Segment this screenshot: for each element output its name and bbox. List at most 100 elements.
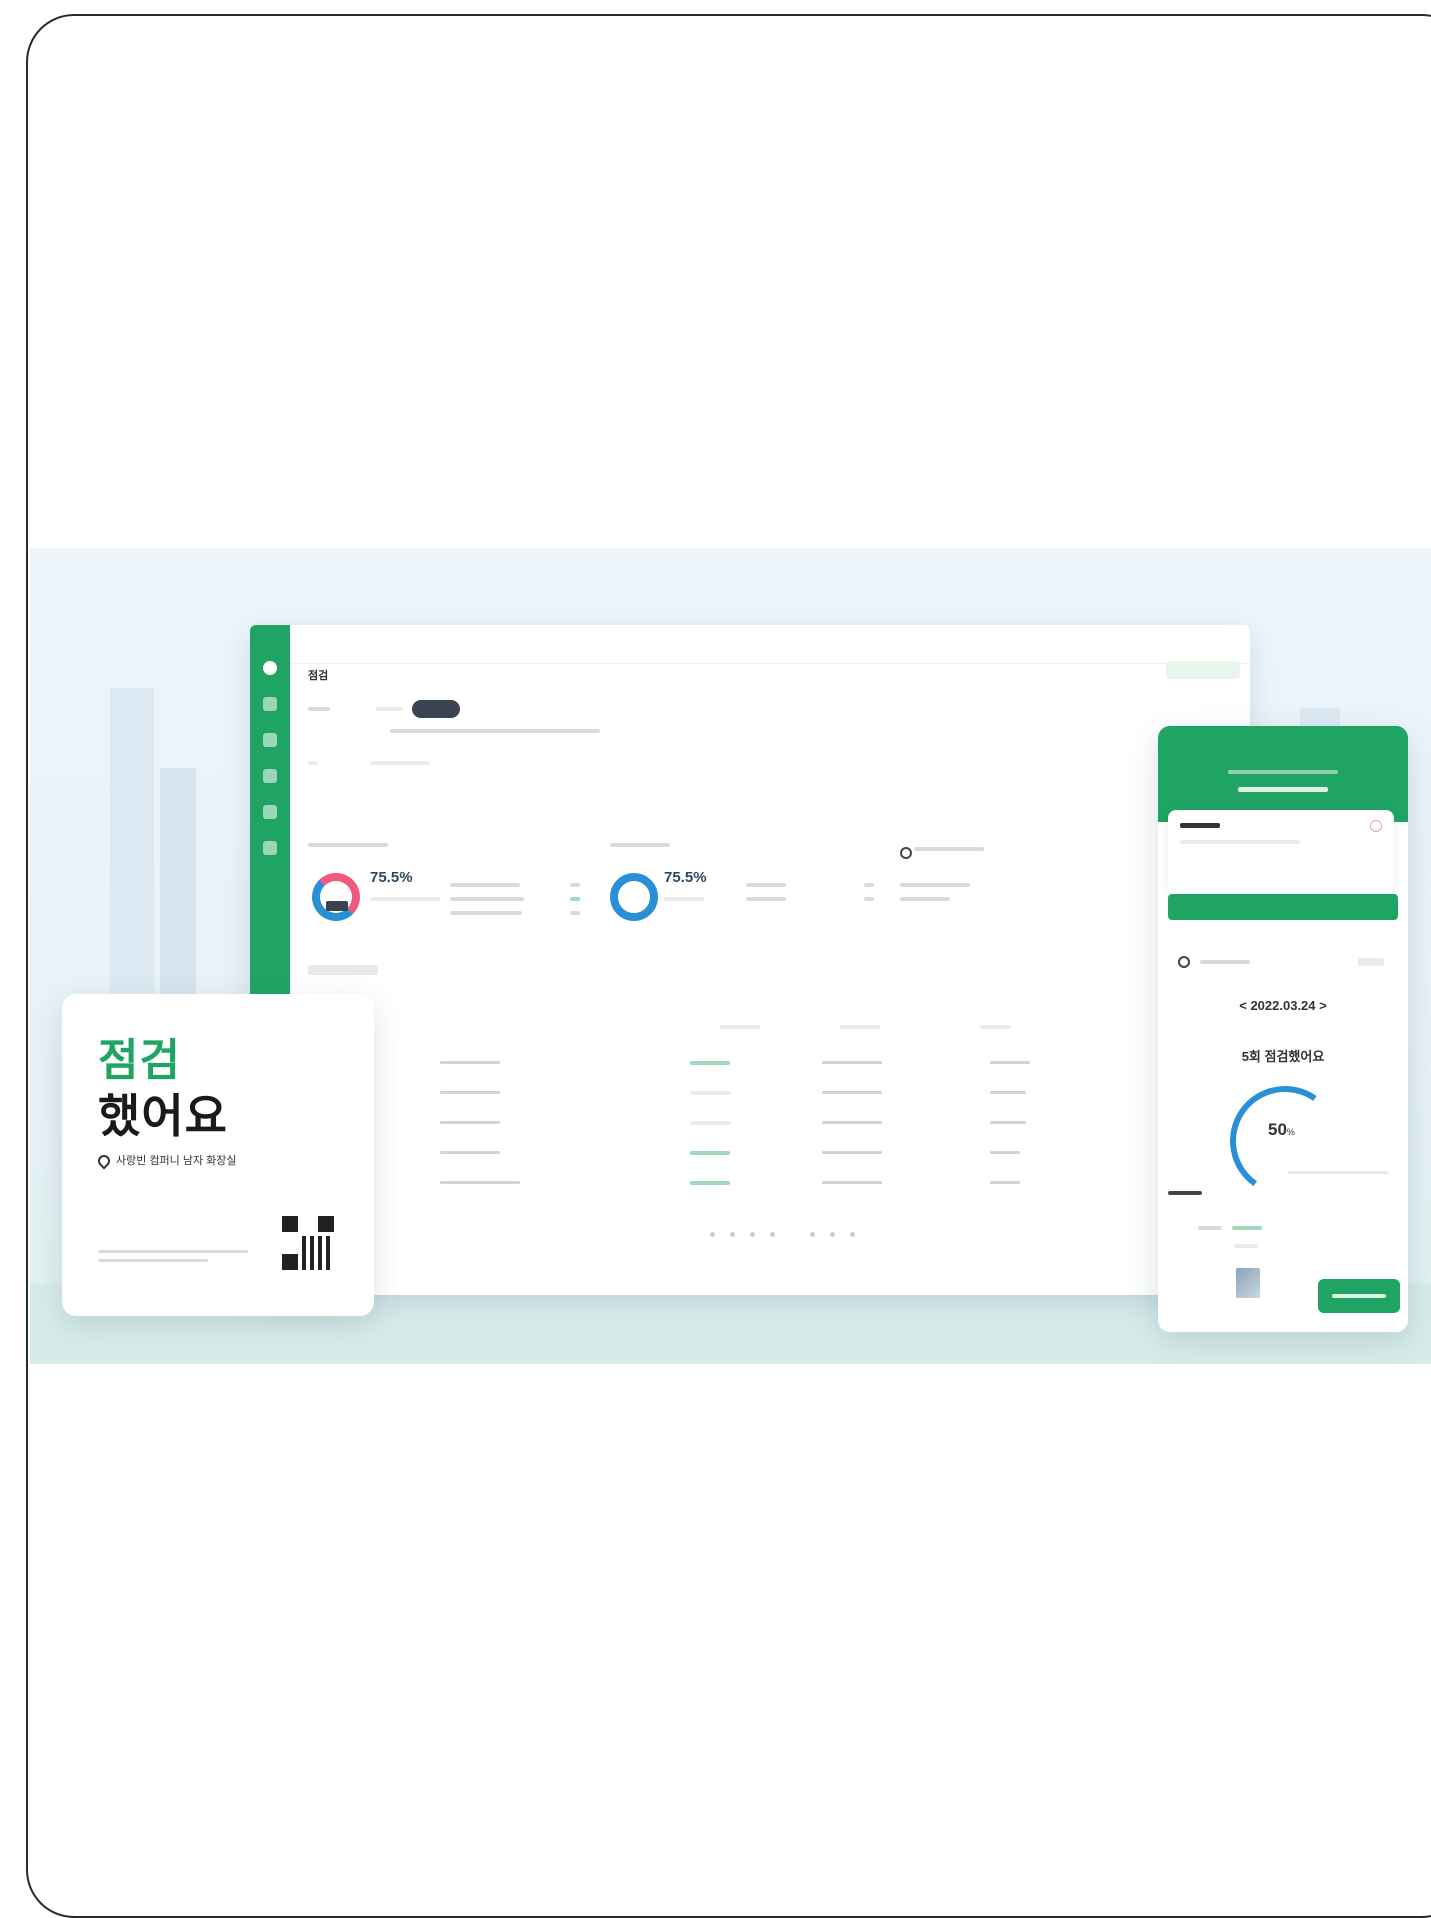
- table-cell: [822, 1181, 882, 1184]
- usage-donut-chart: [312, 873, 360, 921]
- inspect-action-button[interactable]: [1318, 1279, 1400, 1313]
- table-row[interactable]: [440, 1091, 500, 1094]
- section-title-inspection: [610, 841, 670, 851]
- header-subtitle: [1228, 770, 1338, 774]
- filter-label: [308, 707, 330, 711]
- table-header: [840, 1025, 880, 1029]
- list-line: [900, 883, 970, 887]
- card-title: 했어요: [98, 1090, 228, 1142]
- menu-icon[interactable]: [263, 733, 277, 747]
- history-item[interactable]: [1198, 1226, 1222, 1230]
- location-label: 사랑빈 컴퍼니 남자 화장실: [95, 1152, 237, 1170]
- inspection-card: 점검 했어요 사랑빈 컴퍼니 남자 화장실: [62, 994, 374, 1316]
- inspection-percent: 75.5%: [664, 869, 707, 886]
- card-title-highlight: 점검: [98, 1036, 181, 1085]
- gauge-scale: [1288, 1171, 1388, 1174]
- donut-caption: [664, 897, 704, 901]
- list-value: [570, 897, 580, 901]
- gauge-value: 50%: [1268, 1120, 1295, 1139]
- mobile-panel: < 2022.03.24 > 5회 점검했어요 50%: [1158, 726, 1408, 1332]
- usage-percent: 75.5%: [370, 869, 413, 886]
- table-row[interactable]: [440, 1121, 500, 1124]
- topbar: [290, 625, 1250, 664]
- filter-chip-active[interactable]: [412, 700, 460, 718]
- inspection-donut-chart: [610, 873, 658, 921]
- pagination-dot[interactable]: [750, 1232, 755, 1237]
- table-header: [980, 1025, 1010, 1029]
- list-line: [746, 883, 786, 887]
- table-row[interactable]: [440, 1061, 500, 1064]
- pagination-dot[interactable]: [830, 1232, 835, 1237]
- table-header: [720, 1025, 760, 1029]
- primary-button[interactable]: [1168, 894, 1398, 920]
- filter-value[interactable]: [370, 761, 430, 765]
- section-title-usage: [308, 841, 388, 851]
- table-cell: [822, 1151, 882, 1154]
- search-filter[interactable]: [1358, 958, 1384, 966]
- menu-icon[interactable]: [263, 697, 277, 711]
- table-cell: [990, 1121, 1026, 1124]
- pagination-dot[interactable]: [850, 1232, 855, 1237]
- list-value: [570, 883, 580, 887]
- qr-code[interactable]: [282, 1216, 334, 1270]
- table-cell: [822, 1091, 882, 1094]
- history-photo[interactable]: [1236, 1268, 1260, 1298]
- table-cell: [822, 1061, 882, 1064]
- date-navigator[interactable]: < 2022.03.24 >: [1158, 998, 1408, 1013]
- list-line: [746, 897, 786, 901]
- restroom-info-card[interactable]: [1168, 810, 1394, 894]
- pagination-dot[interactable]: [770, 1232, 775, 1237]
- filter-label: [308, 761, 318, 765]
- header-title: [1158, 784, 1408, 795]
- list-line: [900, 897, 950, 901]
- menu-icon[interactable]: [263, 805, 277, 819]
- table-cell: [690, 1181, 730, 1185]
- list-line: [450, 883, 520, 887]
- list-value: [864, 883, 874, 887]
- table-cell: [822, 1121, 882, 1124]
- topbar-action-button[interactable]: [1166, 661, 1240, 679]
- menu-icon[interactable]: [263, 769, 277, 783]
- list-line: [450, 897, 524, 901]
- donut-label: [326, 901, 348, 911]
- history-title: [1168, 1188, 1202, 1197]
- list-value: [864, 897, 874, 901]
- home-icon[interactable]: [263, 661, 277, 675]
- card-description: [98, 1250, 258, 1262]
- info-icon[interactable]: [1370, 820, 1382, 832]
- list-line: [450, 911, 522, 915]
- table-cell: [690, 1121, 730, 1125]
- inspection-count-message: 5회 점검했어요: [1241, 1049, 1325, 1064]
- table-cell: [990, 1061, 1030, 1064]
- inspection-gauge: [1221, 1077, 1349, 1205]
- history-subtext: [1234, 1244, 1258, 1248]
- menu-icon[interactable]: [263, 841, 277, 855]
- info-line: [390, 729, 600, 733]
- table-cell: [990, 1091, 1026, 1094]
- search-icon[interactable]: [900, 847, 912, 859]
- dashboard-window: 점검 75.5% 75.5%: [250, 625, 1250, 1295]
- table-cell: [990, 1181, 1020, 1184]
- pagination-dot[interactable]: [730, 1232, 735, 1237]
- pagination-dot[interactable]: [710, 1232, 715, 1237]
- table-row[interactable]: [440, 1181, 520, 1184]
- history-status: [1232, 1226, 1262, 1230]
- location-pin-icon: [95, 1152, 113, 1170]
- filter-option[interactable]: [376, 707, 402, 711]
- table-cell: [990, 1151, 1020, 1154]
- card-subtext: [1180, 840, 1300, 844]
- table-cell: [690, 1061, 730, 1065]
- search-icon[interactable]: [1178, 956, 1190, 968]
- table-row[interactable]: [440, 1151, 500, 1154]
- donut-caption: [370, 897, 440, 901]
- pagination-dot[interactable]: [810, 1232, 815, 1237]
- search-result: [1200, 960, 1250, 964]
- mobile-header: [1158, 726, 1408, 822]
- table-cell: [690, 1151, 730, 1155]
- page-title: 점검: [308, 670, 329, 682]
- list-value: [570, 911, 580, 915]
- search-field[interactable]: [914, 847, 984, 851]
- table-cell: [690, 1091, 730, 1095]
- table-tab[interactable]: [308, 965, 378, 975]
- card-title: [1180, 820, 1220, 830]
